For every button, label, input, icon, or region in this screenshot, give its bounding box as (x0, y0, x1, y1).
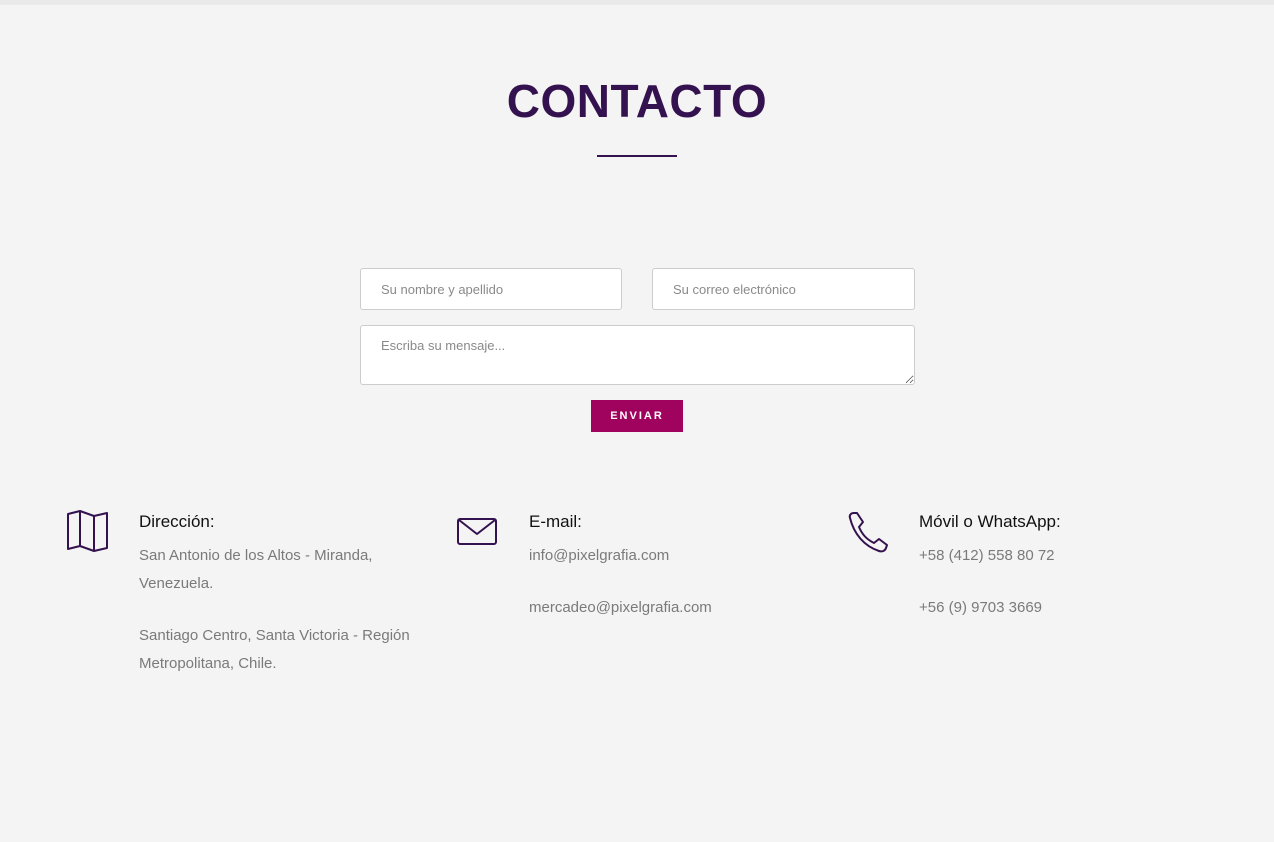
send-button[interactable]: ENVIAR (591, 400, 683, 432)
phone-icon (846, 510, 890, 554)
map-icon (66, 510, 110, 554)
address-heading: Dirección: (139, 512, 215, 531)
address-line-2: Santiago Centro, Santa Victoria - Región… (139, 627, 410, 672)
email-primary[interactable]: info@pixelgrafia.com (529, 542, 669, 570)
name-input[interactable] (360, 268, 622, 310)
title-divider (597, 155, 677, 157)
phone-chile[interactable]: +56 (9) 9703 3669 (919, 594, 1042, 622)
email-input[interactable] (652, 268, 915, 310)
phone-venezuela[interactable]: +58 (412) 558 80 72 (919, 542, 1055, 570)
message-textarea[interactable] (360, 325, 915, 385)
address-line-1: San Antonio de los Altos - Miranda, Vene… (139, 547, 373, 592)
email-secondary[interactable]: mercadeo@pixelgrafia.com (529, 594, 712, 622)
page-title: CONTACTO (506, 75, 768, 127)
envelope-icon (456, 510, 500, 554)
phone-heading: Móvil o WhatsApp: (919, 512, 1061, 531)
email-heading: E-mail: (529, 512, 582, 531)
header-shadow (0, 0, 1274, 5)
